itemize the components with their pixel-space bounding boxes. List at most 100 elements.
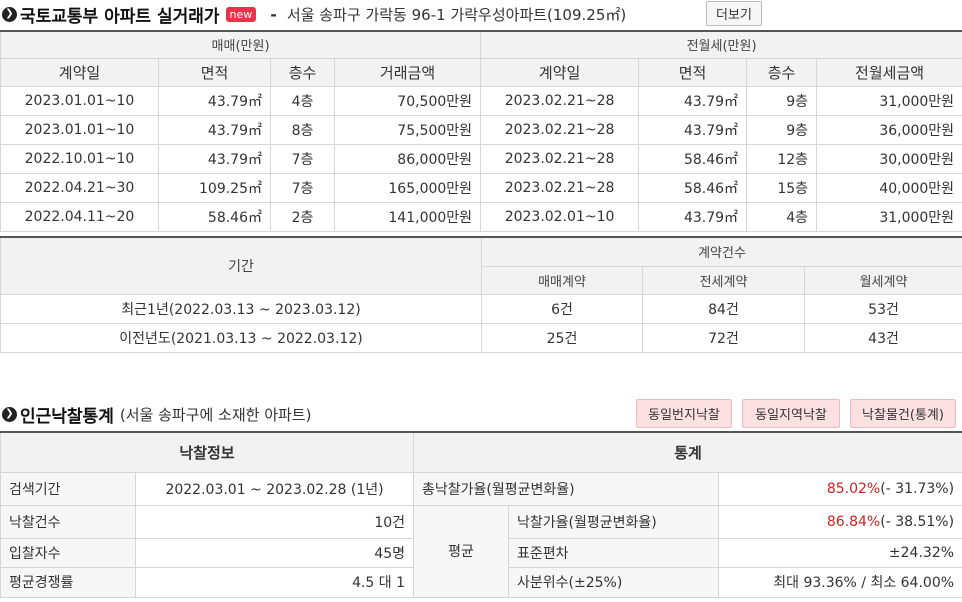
sale-area-cell: 43.79㎡: [158, 114, 271, 145]
sale-floor-cell: 7층: [270, 143, 335, 174]
sale-date-cell: 2022.04.21~30: [0, 172, 159, 203]
title-dash: -: [270, 4, 277, 24]
total-rate-change: (- 31.73%): [880, 480, 955, 497]
table-row: 최근1년(2022.03.13 ~ 2023.03.12) 6건 84건 53건: [0, 293, 962, 324]
sale-area-cell: 58.46㎡: [158, 201, 271, 232]
trades-table: 매매(만원) 전월세(만원) 계약일 면적 층수 거래금액 계약일 면적 층수 …: [0, 30, 962, 232]
rent-price-cell: 31,000만원: [816, 85, 962, 116]
rate-value: 86.84%: [826, 513, 881, 530]
rent-floor-cell: 12층: [746, 143, 818, 174]
period-header: 기간: [0, 236, 482, 295]
bidders-value: 45명: [134, 537, 415, 568]
auction-count-label: 낙찰건수: [0, 504, 136, 539]
stddev-label: 표준편차: [508, 537, 720, 568]
stats-header: 통계: [413, 431, 962, 473]
rent-price-cell: 30,000만원: [816, 143, 962, 174]
sale-price-cell: 86,000만원: [333, 143, 482, 174]
sale-price-cell: 165,000만원: [333, 172, 482, 203]
sale-area-header: 면적: [158, 57, 271, 87]
quartile-value: 최대 93.36% / 최소 64.00%: [718, 566, 962, 598]
rent-area-cell: 58.46㎡: [638, 172, 748, 203]
bidders-label: 입찰자수: [0, 537, 136, 568]
auction-count-value: 10건: [134, 504, 415, 539]
competition-label: 평균경쟁률: [0, 566, 136, 598]
total-rate-value: 85.02%: [826, 480, 881, 497]
auction-section-title: 인근낙찰통계: [20, 406, 114, 427]
table-row: 2023.01.01~10 43.79㎡ 4층 70,500만원 2023.02…: [0, 85, 962, 116]
page-header: ❯ 국토교통부 아파트 실거래가 new - 서울 송파구 가락동 96-1 가…: [2, 1, 626, 27]
rent-area-cell: 43.79㎡: [638, 201, 748, 232]
chevron-right-icon: ❯: [2, 6, 17, 22]
search-period-label: 검색기간: [0, 471, 136, 506]
sale-area-cell: 43.79㎡: [158, 85, 271, 116]
sale-date-cell: 2022.10.01~10: [0, 143, 159, 174]
period-cell: 최근1년(2022.03.13 ~ 2023.03.12): [0, 293, 482, 324]
monthly-count-cell: 53건: [803, 293, 962, 324]
same-lot-auction-button[interactable]: 동일번지낙찰: [636, 399, 732, 428]
rent-floor-cell: 9층: [746, 85, 818, 116]
sale-date-cell: 2023.01.01~10: [0, 114, 159, 145]
rent-area-cell: 58.46㎡: [638, 143, 748, 174]
rent-date-cell: 2023.02.21~28: [480, 85, 640, 116]
rate-label: 낙찰가율(월평균변화율): [508, 504, 720, 539]
table-row: 2023.01.01~10 43.79㎡ 8층 75,500만원 2023.02…: [0, 114, 962, 145]
rent-date-header: 계약일: [480, 57, 640, 87]
monthly-contract-header: 월세계약: [803, 265, 962, 295]
sale-contract-header: 매매계약: [481, 265, 643, 295]
rate-cell: 86.84%(- 38.51%): [718, 504, 962, 539]
sale-floor-header: 층수: [270, 57, 335, 87]
sale-count-cell: 25건: [481, 322, 643, 353]
table-row: 2022.04.21~30 109.25㎡ 7층 165,000만원 2023.…: [0, 172, 962, 203]
contract-count-table: 기간 계약건수 매매계약 전세계약 월세계약 최근1년(2022.03.13 ~…: [0, 236, 962, 353]
rent-floor-cell: 15층: [746, 172, 818, 203]
contract-count-group-header: 계약건수: [480, 236, 962, 267]
auction-items-stats-button[interactable]: 낙찰물건(통계): [850, 399, 956, 428]
table-row: 이전년도(2021.03.13 ~ 2022.03.12) 25건 72건 43…: [0, 322, 962, 353]
auction-section-note: (서울 송파구에 소재한 아파트): [119, 405, 312, 424]
total-rate-label: 총낙찰가율(월평균변화율): [413, 471, 720, 506]
monthly-count-cell: 43건: [803, 322, 962, 353]
average-label: 평균: [413, 504, 510, 598]
rent-date-cell: 2023.02.21~28: [480, 114, 640, 145]
total-rate-cell: 85.02%(- 31.73%): [718, 471, 962, 506]
jeonse-count-cell: 72건: [642, 322, 805, 353]
table-row: 2022.10.01~10 43.79㎡ 7층 86,000만원 2023.02…: [0, 143, 962, 174]
sale-count-cell: 6건: [481, 293, 643, 324]
sale-price-cell: 70,500만원: [333, 85, 482, 116]
auction-info-header: 낙찰정보: [0, 431, 415, 473]
sale-price-cell: 141,000만원: [333, 201, 482, 232]
rent-floor-cell: 9층: [746, 114, 818, 145]
sale-area-cell: 109.25㎡: [158, 172, 271, 203]
sale-floor-cell: 8층: [270, 114, 335, 145]
table-row: 2022.04.11~20 58.46㎡ 2층 141,000만원 2023.0…: [0, 201, 962, 232]
rent-price-header: 전월세금액: [816, 57, 962, 87]
auction-section-header: ❯ 인근낙찰통계 (서울 송파구에 소재한 아파트): [2, 401, 311, 427]
sale-date-cell: 2023.01.01~10: [0, 85, 159, 116]
rent-price-cell: 31,000만원: [816, 201, 962, 232]
sale-floor-cell: 4층: [270, 85, 335, 116]
stddev-value: ±24.32%: [718, 537, 962, 568]
rent-date-cell: 2023.02.01~10: [480, 201, 640, 232]
apartment-subtitle: 서울 송파구 가락동 96-1 가락우성아파트(109.25㎡): [286, 5, 627, 24]
quartile-label: 사분위수(±25%): [508, 566, 720, 598]
sale-area-cell: 43.79㎡: [158, 143, 271, 174]
search-period-value: 2022.03.01 ~ 2023.02.28 (1년): [134, 471, 415, 506]
jeonse-count-cell: 84건: [642, 293, 805, 324]
more-button[interactable]: 더보기: [706, 1, 762, 26]
rent-area-cell: 43.79㎡: [638, 114, 748, 145]
rent-group-header: 전월세(만원): [480, 30, 962, 59]
page-title: 국토교통부 아파트 실거래가: [20, 6, 220, 27]
sale-price-cell: 75,500만원: [333, 114, 482, 145]
rent-area-cell: 43.79㎡: [638, 85, 748, 116]
chevron-right-icon: ❯: [2, 406, 17, 422]
rent-date-cell: 2023.02.21~28: [480, 172, 640, 203]
sale-group-header: 매매(만원): [0, 30, 482, 59]
new-badge: new: [225, 6, 257, 22]
auction-stats-table: 낙찰정보 통계 검색기간 2022.03.01 ~ 2023.02.28 (1년…: [0, 431, 962, 598]
sale-date-header: 계약일: [0, 57, 159, 87]
same-area-auction-button[interactable]: 동일지역낙찰: [742, 399, 840, 428]
period-cell: 이전년도(2021.03.13 ~ 2022.03.12): [0, 322, 482, 353]
rent-floor-cell: 4층: [746, 201, 818, 232]
rent-price-cell: 36,000만원: [816, 114, 962, 145]
sale-price-header: 거래금액: [333, 57, 482, 87]
